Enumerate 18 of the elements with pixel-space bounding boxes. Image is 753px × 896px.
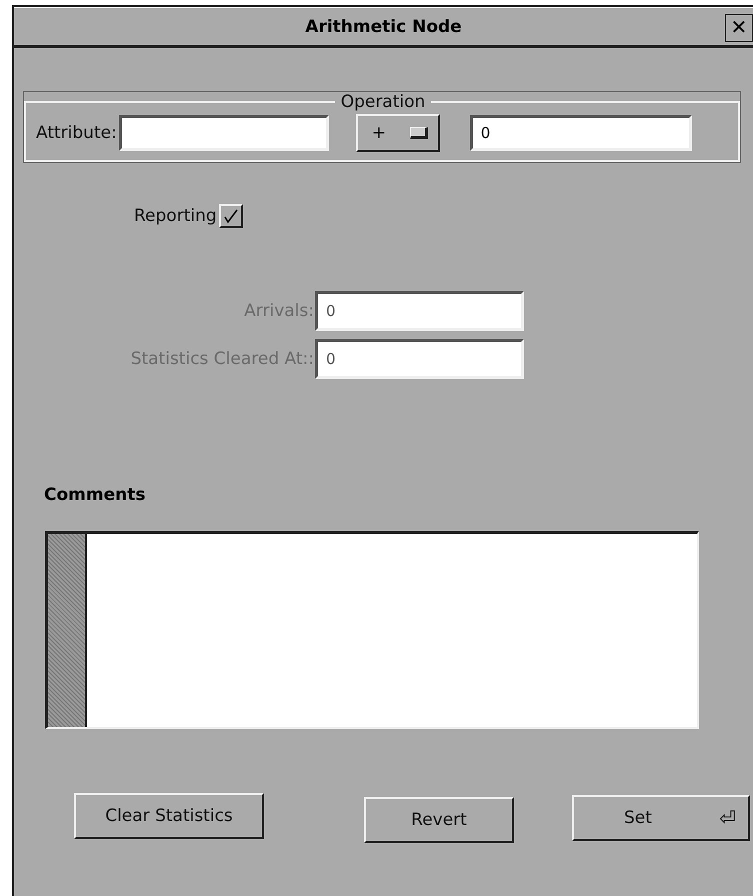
checkbox-label: Reporting bbox=[134, 206, 217, 226]
window-title: Arithmetic Node bbox=[305, 16, 462, 36]
attribute-field[interactable] bbox=[118, 115, 329, 151]
set-button[interactable]: Set ⏎ bbox=[572, 795, 750, 841]
menu-indicator-icon bbox=[410, 127, 428, 139]
section-title: Comments bbox=[44, 485, 146, 505]
action-button[interactable]: Revert bbox=[364, 797, 514, 843]
comments-field[interactable] bbox=[45, 531, 699, 729]
field-label: Arrivals: bbox=[244, 301, 314, 321]
operand-field[interactable]: 0 bbox=[470, 115, 692, 151]
reporting-checkbox[interactable] bbox=[218, 204, 243, 228]
close-button[interactable]: ✕ bbox=[725, 14, 753, 42]
check-mark-icon bbox=[222, 207, 240, 225]
action-button[interactable]: Clear Statistics bbox=[74, 793, 264, 839]
field-label: Statistics Cleared At:: bbox=[130, 349, 314, 369]
group-title: Operation bbox=[340, 92, 426, 112]
operator-menu[interactable]: + bbox=[356, 114, 440, 152]
field-label: Attribute: bbox=[36, 123, 117, 143]
